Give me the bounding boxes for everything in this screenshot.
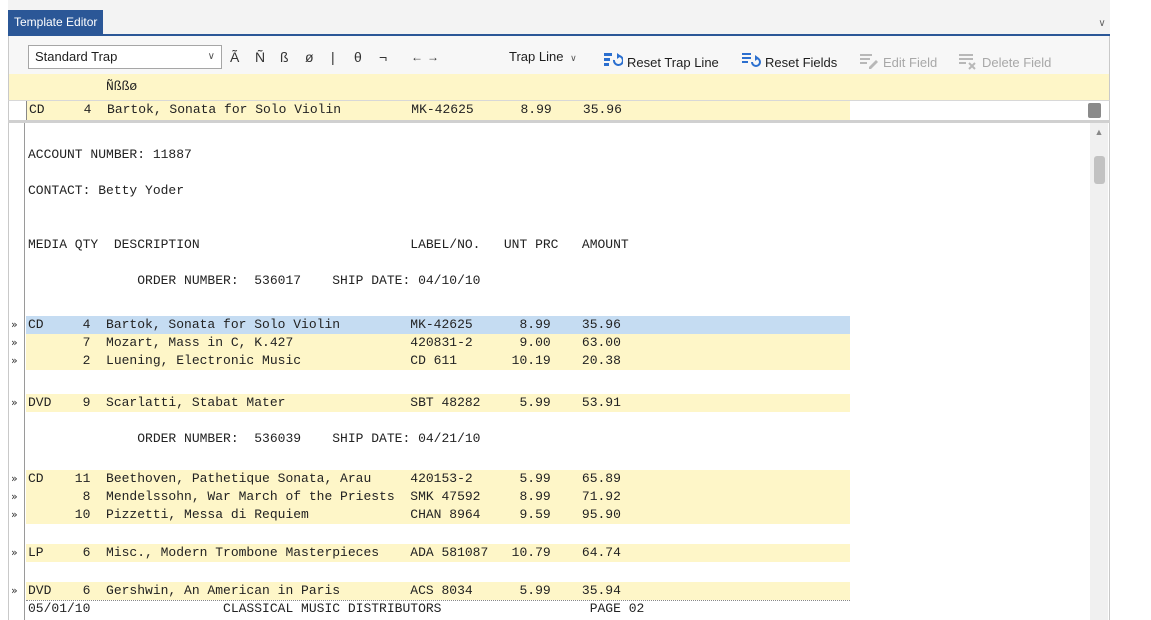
- trap-line-scroll-thumb[interactable]: [1088, 103, 1101, 118]
- insert-not-sign-button[interactable]: ¬: [379, 47, 387, 67]
- trapped-line-marker-icon: »: [11, 546, 18, 559]
- report-line[interactable]: » 2 Luening, Electronic Music CD 611 10.…: [9, 352, 1089, 370]
- tab-strip: Template Editor ∨: [8, 0, 1110, 36]
- insert-n-tilde-button[interactable]: Ñ: [255, 47, 265, 67]
- trapped-line-marker-icon: »: [11, 490, 18, 503]
- trapped-line-marker-icon: »: [11, 584, 18, 597]
- report-line[interactable]: » 8 Mendelssohn, War March of the Priest…: [9, 488, 1089, 506]
- trapped-line-marker-icon: »: [11, 396, 18, 409]
- report-line: CONTACT: Betty Yoder: [9, 182, 1089, 200]
- delete-field-icon: [959, 54, 976, 70]
- report-document[interactable]: ACCOUNT NUMBER: 11887 CONTACT: Betty Yode…: [8, 123, 1110, 620]
- insert-theta-button[interactable]: θ: [354, 47, 362, 67]
- report-line-text: ORDER NUMBER: 536039 SHIP DATE: 04/21/10: [28, 431, 481, 446]
- report-line: MEDIA QTY DESCRIPTION LABEL/NO. UNT PRC …: [9, 236, 1089, 254]
- reset-fields-icon: [742, 53, 761, 67]
- tab-template-editor[interactable]: Template Editor: [8, 10, 104, 34]
- report-line-text: 10 Pizzetti, Messa di Requiem CHAN 8964 …: [28, 507, 621, 522]
- page-footer-text: 05/01/10 CLASSICAL MUSIC DISTRIBUTORS PA…: [28, 601, 645, 616]
- report-line[interactable]: » 10 Pizzetti, Messa di Requiem CHAN 896…: [9, 506, 1089, 524]
- trapped-line-marker-icon: »: [11, 354, 18, 367]
- insert-a-tilde-button[interactable]: Ã: [230, 47, 239, 67]
- edit-field-button[interactable]: Edit Field: [859, 47, 938, 70]
- edit-field-icon: [860, 54, 878, 69]
- insert-pipe-button[interactable]: |: [331, 47, 335, 67]
- scroll-thumb[interactable]: [1094, 156, 1105, 184]
- scroll-up-icon[interactable]: ▲: [1090, 125, 1108, 139]
- move-left-button[interactable]: ←: [411, 47, 423, 67]
- report-line[interactable]: » DVD 6 Gershwin, An American in Paris AC…: [9, 582, 1089, 600]
- toolbar: Standard Trap ∨ Ã Ñ ß ø | θ ¬ ← → Trap L…: [8, 36, 1110, 74]
- reset-fields-label: Reset Fields: [765, 55, 838, 70]
- report-line-text: CD 11 Beethoven, Pathetique Sonata, Arau…: [28, 471, 621, 486]
- report-line-text: 7 Mozart, Mass in C, K.427 420831-2 9.00…: [28, 335, 621, 350]
- report-line[interactable]: » CD 11 Beethoven, Pathetique Sonata, Ara…: [9, 470, 1089, 488]
- trapped-line-marker-icon: »: [11, 472, 18, 485]
- trap-line-sample[interactable]: CD 4 Bartok, Sonata for Solo Violin MK-4…: [8, 100, 1110, 120]
- vertical-scrollbar[interactable]: ▲: [1090, 123, 1108, 620]
- reset-trap-line-button[interactable]: Reset Trap Line: [603, 47, 719, 70]
- delete-field-button[interactable]: Delete Field: [958, 47, 1052, 70]
- report-line[interactable]: » 7 Mozart, Mass in C, K.427 420831-2 9.…: [9, 334, 1089, 352]
- trap-line-label: Trap Line: [509, 49, 564, 64]
- delete-field-label: Delete Field: [982, 55, 1052, 70]
- trap-line-dropdown[interactable]: Trap Line ∨: [509, 47, 577, 67]
- insert-o-slash-button[interactable]: ø: [305, 47, 314, 67]
- report-line-text: ORDER NUMBER: 536017 SHIP DATE: 04/10/10: [28, 273, 481, 288]
- reset-fields-button[interactable]: Reset Fields: [741, 47, 838, 70]
- edit-field-label: Edit Field: [883, 55, 938, 70]
- report-line-text: ACCOUNT NUMBER: 11887: [28, 147, 192, 162]
- move-right-button[interactable]: →: [427, 47, 439, 67]
- special-chars-text: Ñßßø: [106, 79, 138, 94]
- trapped-line-marker-icon: »: [11, 318, 18, 331]
- report-line-text: 8 Mendelssohn, War March of the Priests …: [28, 489, 621, 504]
- reset-trap-line-icon: [604, 53, 624, 66]
- report-line: 05/01/10 CLASSICAL MUSIC DISTRIBUTORS PA…: [9, 600, 1089, 618]
- report-line: ORDER NUMBER: 536017 SHIP DATE: 04/10/10: [9, 272, 1089, 290]
- report-line[interactable]: » LP 6 Misc., Modern Trombone Masterpiece…: [9, 544, 1089, 562]
- trapped-line-marker-icon: »: [11, 508, 18, 521]
- report-line-text: CONTACT: Betty Yoder: [28, 183, 185, 198]
- report-line: ACCOUNT NUMBER: 11887: [9, 146, 1089, 164]
- trap-line-text: CD 4 Bartok, Sonata for Solo Violin MK-4…: [29, 102, 622, 117]
- report-line-text: CD 4 Bartok, Sonata for Solo Violin MK-4…: [28, 317, 621, 332]
- report-line-text: LP 6 Misc., Modern Trombone Masterpieces…: [28, 545, 621, 560]
- trap-type-select[interactable]: Standard Trap ∨: [28, 45, 222, 69]
- report-line-text: DVD 9 Scarlatti, Stabat Mater SBT 48282 …: [28, 395, 621, 410]
- report-line: ORDER NUMBER: 536039 SHIP DATE: 04/21/10: [9, 430, 1089, 448]
- trapped-line-marker-icon: »: [11, 336, 18, 349]
- report-line-text: 2 Luening, Electronic Music CD 611 10.19…: [28, 353, 621, 368]
- chevron-down-icon: ∨: [207, 51, 215, 62]
- report-line[interactable]: » CD 4 Bartok, Sonata for Solo Violin MK-…: [9, 316, 1089, 334]
- chevron-down-icon[interactable]: ∨: [1094, 16, 1110, 32]
- report-line[interactable]: » DVD 9 Scarlatti, Stabat Mater SBT 48282…: [9, 394, 1089, 412]
- report-line-text: MEDIA QTY DESCRIPTION LABEL/NO. UNT PRC …: [28, 237, 629, 252]
- special-chars-header: Ñßßø: [8, 74, 1110, 100]
- insert-eszett-button[interactable]: ß: [280, 47, 289, 67]
- reset-trap-line-label: Reset Trap Line: [627, 55, 719, 70]
- trap-type-value: Standard Trap: [35, 49, 118, 64]
- chevron-down-icon: ∨: [570, 53, 577, 63]
- report-line-text: DVD 6 Gershwin, An American in Paris ACS…: [28, 583, 621, 598]
